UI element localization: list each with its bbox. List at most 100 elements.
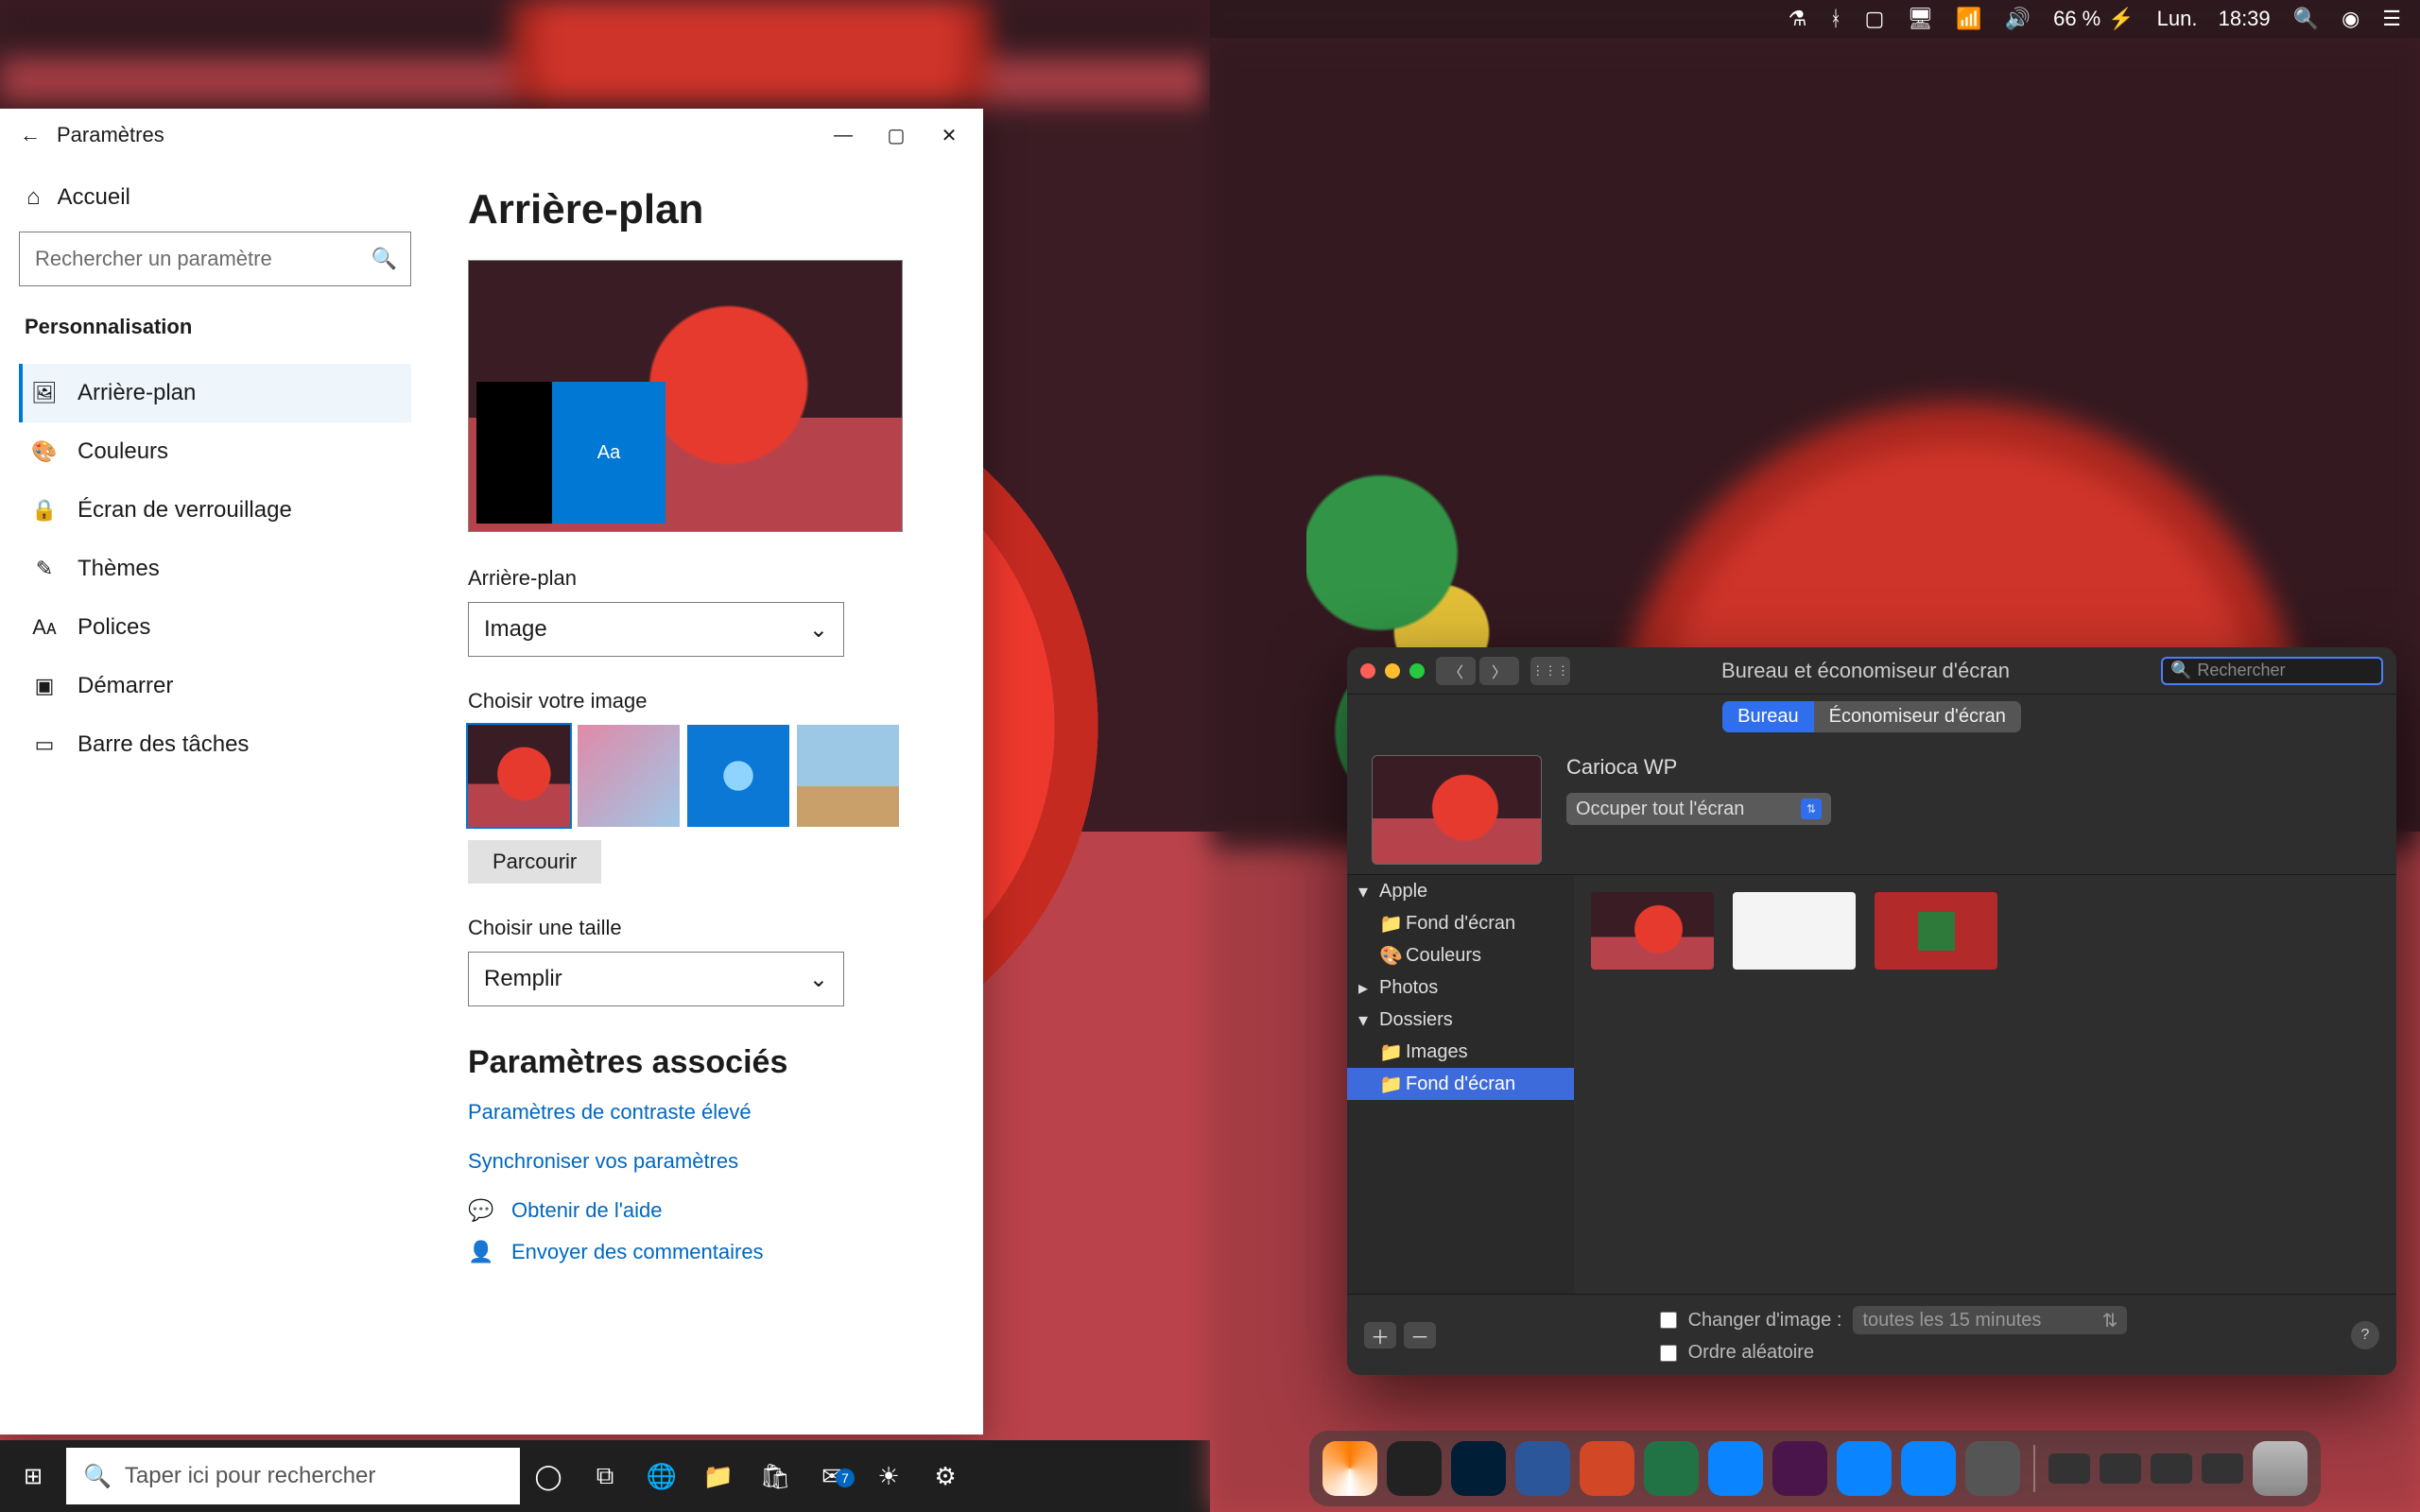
wallpaper-name: Carioca WP — [1566, 755, 1831, 780]
store-icon[interactable]: 🛍 — [747, 1462, 804, 1491]
link-sync-settings[interactable]: Synchroniser vos paramètres — [468, 1149, 945, 1174]
thumb-2[interactable] — [578, 725, 680, 827]
traffic-lights — [1360, 663, 1425, 679]
spotlight-icon[interactable]: 🔍 — [2293, 7, 2319, 31]
dock-minimized-3[interactable] — [2151, 1453, 2192, 1484]
control-center-icon[interactable]: ☰ — [2382, 7, 2401, 31]
dock-excel[interactable] — [1644, 1441, 1699, 1496]
mac-search-placeholder: Rechercher — [2197, 661, 2285, 680]
tab-screensaver[interactable]: Économiseur d'écran — [1814, 701, 2021, 732]
link-high-contrast[interactable]: Paramètres de contraste élevé — [468, 1100, 945, 1125]
dock-slack[interactable] — [1772, 1441, 1827, 1496]
add-folder-button[interactable]: ＋ — [1364, 1322, 1396, 1349]
palette-icon: 🎨 — [30, 439, 59, 464]
close-button[interactable]: ✕ — [923, 124, 976, 147]
airplay-icon[interactable]: ▢ — [1865, 7, 1885, 31]
help-icon: 💬 — [468, 1198, 494, 1223]
mac-search[interactable]: 🔍 Rechercher — [2161, 657, 2383, 685]
dock-photoshop[interactable] — [1451, 1441, 1506, 1496]
change-image-checkbox[interactable] — [1660, 1312, 1677, 1329]
settings-search[interactable]: Rechercher un paramètre 🔍 — [19, 232, 411, 286]
browse-button[interactable]: Parcourir — [468, 840, 601, 884]
related-heading: Paramètres associés — [468, 1044, 945, 1081]
dock-powerpoint[interactable] — [1580, 1441, 1634, 1496]
folder-icon: 📁 — [1379, 1040, 1398, 1064]
wifi-icon[interactable]: 📶 — [1956, 7, 1981, 31]
taskview-button[interactable]: ⧉ — [577, 1461, 633, 1491]
nav-item-colors[interactable]: 🎨 Couleurs — [19, 422, 411, 481]
menubar-app-icon[interactable]: ⚗ — [1789, 7, 1807, 31]
minimize-button[interactable] — [1385, 663, 1400, 679]
link-feedback[interactable]: 👤 Envoyer des commentaires — [468, 1240, 945, 1264]
side-folders-wallpaper[interactable]: 📁Fond d'écran — [1347, 1068, 1574, 1100]
dock-minimized-1[interactable] — [2048, 1453, 2090, 1484]
back-button[interactable]: ← — [8, 123, 53, 147]
dock-word[interactable] — [1515, 1441, 1570, 1496]
tab-desktop[interactable]: Bureau — [1722, 701, 1814, 732]
random-order-checkbox[interactable] — [1660, 1345, 1677, 1362]
thumb-current[interactable] — [468, 725, 570, 827]
maximize-button[interactable]: ▢ — [870, 124, 923, 147]
window-title: Paramètres — [53, 123, 817, 147]
wallpaper-preview: Aa — [468, 260, 903, 532]
cortana-button[interactable]: ◯ — [520, 1462, 577, 1491]
grid-thumb-2[interactable] — [1733, 892, 1856, 970]
zoom-button[interactable] — [1409, 663, 1425, 679]
weather-icon[interactable]: ☀ — [860, 1462, 917, 1491]
dock-minimized-2[interactable] — [2100, 1453, 2141, 1484]
display-icon[interactable]: 🖥 — [1907, 7, 1933, 31]
updown-icon: ⇅ — [2102, 1309, 2118, 1332]
volume-icon[interactable]: 🔊 — [2005, 7, 2031, 31]
nav-forward-button[interactable]: 〉 — [1479, 657, 1519, 685]
grid-thumb-3[interactable] — [1875, 892, 1997, 970]
siri-icon[interactable]: ◉ — [2342, 7, 2360, 31]
nav-item-start[interactable]: ▣ Démarrer — [19, 657, 411, 715]
help-button[interactable]: ? — [2351, 1321, 2379, 1349]
fit-dropdown[interactable]: Remplir ⌄ — [468, 952, 844, 1006]
minimize-button[interactable]: — — [817, 125, 870, 146]
edge-icon[interactable]: 🌐 — [633, 1462, 690, 1491]
dock-imovie[interactable] — [1387, 1441, 1442, 1496]
side-apple[interactable]: ▾Apple — [1347, 875, 1574, 907]
bluetooth-icon[interactable]: ᚼ — [1829, 7, 1841, 31]
nav-item-lockscreen[interactable]: 🔒 Écran de verrouillage — [19, 481, 411, 540]
dock-vlc[interactable] — [1322, 1441, 1377, 1496]
start-button[interactable]: ⊞ — [0, 1463, 66, 1490]
thumb-3[interactable] — [687, 725, 789, 827]
bg-dropdown[interactable]: Image ⌄ — [468, 602, 844, 657]
mail-badge: 7 — [836, 1469, 855, 1487]
interval-select[interactable]: toutes les 15 minutes ⇅ — [1853, 1306, 2127, 1334]
mac-tabs: Bureau Économiseur d'écran — [1347, 695, 2396, 738]
nav-home[interactable]: ⌂ Accueil — [26, 184, 411, 211]
thumb-4[interactable] — [797, 725, 899, 827]
side-photos[interactable]: ▸Photos — [1347, 971, 1574, 1004]
clock[interactable]: Lun. 18:39 — [2157, 7, 2271, 31]
nav-item-themes[interactable]: ✎ Thèmes — [19, 540, 411, 598]
dock-system-prefs[interactable] — [1965, 1441, 2020, 1496]
nav-item-taskbar[interactable]: ▭ Barre des tâches — [19, 715, 411, 774]
remove-folder-button[interactable]: － — [1404, 1322, 1436, 1349]
side-folders[interactable]: ▾Dossiers — [1347, 1004, 1574, 1036]
grid-button[interactable]: ⋮⋮⋮ — [1530, 657, 1570, 685]
close-button[interactable] — [1360, 663, 1375, 679]
link-get-help[interactable]: 💬 Obtenir de l'aide — [468, 1198, 945, 1223]
dock-app-1[interactable] — [1837, 1441, 1892, 1496]
dock-trash[interactable] — [2253, 1441, 2308, 1496]
side-folders-images[interactable]: 📁Images — [1347, 1036, 1574, 1068]
battery-status[interactable]: 66 % ⚡ — [2053, 7, 2135, 31]
nav-back-button[interactable]: 〈 — [1436, 657, 1476, 685]
mail-icon[interactable]: ✉7 — [804, 1462, 860, 1491]
dock-appstore[interactable] — [1708, 1441, 1763, 1496]
fit-select[interactable]: Occuper tout l'écran ⇅ — [1566, 793, 1831, 825]
explorer-icon[interactable]: 📁 — [690, 1462, 747, 1491]
nav-item-background[interactable]: 🖼 Arrière-plan — [19, 364, 411, 422]
settings-icon[interactable]: ⚙ — [917, 1462, 974, 1491]
side-apple-wallpaper[interactable]: 📁Fond d'écran — [1347, 907, 1574, 939]
grid-thumb-1[interactable] — [1591, 892, 1714, 970]
taskbar-search[interactable]: 🔍 Taper ici pour rechercher — [66, 1448, 520, 1504]
dock-minimized-4[interactable] — [2202, 1453, 2243, 1484]
charging-icon: ⚡ — [2108, 7, 2134, 31]
nav-item-fonts[interactable]: Aᴀ Polices — [19, 598, 411, 657]
dock-app-2[interactable] — [1901, 1441, 1956, 1496]
side-apple-colors[interactable]: 🎨Couleurs — [1347, 939, 1574, 971]
